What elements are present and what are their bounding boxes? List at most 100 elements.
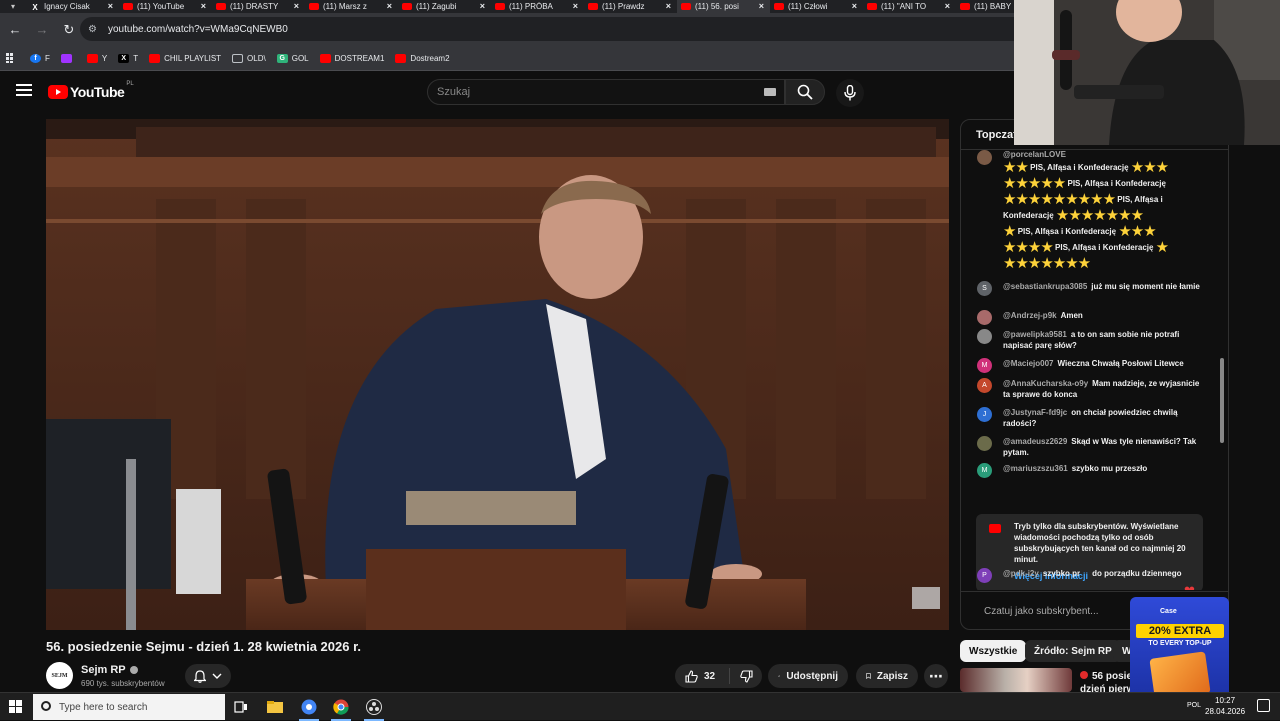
share-button[interactable]: Udostępnij [768, 664, 848, 688]
close-tab-icon[interactable]: × [108, 0, 113, 13]
chat-message: @pawelipka9581 a to on sam sobie nie potr… [977, 329, 1207, 351]
facebook-icon: f [30, 53, 41, 63]
close-tab-icon[interactable]: × [387, 0, 392, 13]
menu-icon[interactable] [16, 84, 32, 98]
search-button[interactable] [785, 79, 825, 105]
filter-chip-source[interactable]: Źródło: Sejm RP [1025, 640, 1121, 662]
taskbar-search[interactable]: Type here to search [33, 694, 225, 720]
chat-message: M @Maciejo007 Wieczna Chwałą Posłowi Litew… [977, 358, 1207, 373]
browser-tab[interactable]: (11) DRASTY × [212, 0, 305, 13]
browser-tab[interactable]: X Ignacy Cisak × [26, 0, 119, 13]
language-indicator[interactable]: POL [1187, 702, 1201, 709]
channel-name[interactable]: Sejm RP [81, 664, 138, 676]
close-tab-icon[interactable]: × [480, 0, 485, 13]
keyboard-icon[interactable] [764, 88, 776, 96]
close-tab-icon[interactable]: × [759, 0, 764, 13]
chat-author[interactable]: @Maciejo007 [1003, 359, 1054, 368]
recommended-video-thumbnail[interactable] [960, 668, 1072, 692]
search-placeholder: Szukaj [437, 86, 471, 98]
clock-date: 28.04.2026 [1205, 707, 1246, 716]
avatar[interactable]: M [977, 358, 992, 373]
bell-icon [194, 669, 206, 683]
youtube-logo[interactable]: YouTube PL [48, 81, 134, 100]
task-view-icon[interactable] [229, 696, 253, 718]
x-favicon-icon: X [32, 3, 38, 12]
filter-chip-all[interactable]: Wszystkie [960, 640, 1027, 662]
avatar[interactable] [977, 329, 992, 344]
browser-tab[interactable]: (11) PRÓBA × [491, 0, 584, 13]
close-tab-icon[interactable]: × [201, 0, 206, 13]
bookmark-item[interactable]: fF [30, 53, 50, 63]
browser-tab[interactable]: (11) "ANI TO × [863, 0, 956, 13]
chat-text: PIS, Alfąsa i Konfederację [1067, 179, 1166, 188]
chat-author[interactable]: @mariuszszu361 [1003, 464, 1068, 473]
back-icon[interactable]: ← [3, 18, 27, 42]
bookmark-item[interactable] [60, 53, 76, 63]
bookmark-item[interactable]: Dostream2 [395, 53, 450, 63]
youtube-favicon-icon [402, 3, 412, 10]
bookmark-item[interactable]: XT [118, 53, 138, 63]
search-input[interactable]: Szukaj [427, 79, 785, 105]
close-tab-icon[interactable]: × [852, 0, 857, 13]
forward-icon[interactable]: → [30, 18, 54, 42]
reload-icon[interactable]: ↻ [57, 18, 81, 42]
like-button[interactable]: 32 [675, 668, 730, 684]
scrollbar-thumb[interactable] [1220, 358, 1224, 443]
browser-tab[interactable]: (11) Prawdz × [584, 0, 677, 13]
browser-tab[interactable]: (11) Marsz z × [305, 0, 398, 13]
chat-star-message: ★★ PIS, Alfąsa i Konfederację ★★★ ★★★★★ … [1003, 160, 1203, 272]
bookmark-item[interactable]: OLD\ [232, 53, 266, 63]
channel-avatar[interactable]: SEJM [46, 662, 73, 689]
notification-center-icon[interactable] [1257, 699, 1270, 712]
file-explorer-icon[interactable] [263, 696, 287, 718]
chat-author[interactable]: @amadeusz2629 [1003, 437, 1067, 446]
bookmark-item[interactable]: DOSTREAM1 [319, 53, 384, 63]
address-bar[interactable]: ⚙ youtube.com/watch?v=WMa9CqNEWB0 [80, 17, 1030, 41]
browser-tab[interactable]: (11) Człowi × [770, 0, 863, 13]
star-emoji-icon: ★★ [1003, 159, 1029, 176]
tab-search-icon[interactable]: ▾ [0, 0, 26, 13]
avatar[interactable]: M [977, 463, 992, 478]
chat-author[interactable]: @sebastiankrupa3085 [1003, 282, 1087, 291]
bookmark-label: F [45, 53, 50, 63]
chrome-profile-icon[interactable] [297, 696, 321, 721]
dislike-button[interactable] [730, 669, 762, 683]
apps-icon[interactable] [6, 53, 16, 63]
more-actions-button[interactable]: ⋯ [924, 664, 948, 688]
close-tab-icon[interactable]: × [666, 0, 671, 13]
url-text: youtube.com/watch?v=WMa9CqNEWB0 [108, 23, 288, 35]
save-button[interactable]: Zapisz [856, 664, 918, 688]
ad-brand: Case [1160, 608, 1177, 615]
bookmark-item[interactable]: CHIL PLAYLIST [149, 53, 222, 63]
video-player[interactable] [46, 119, 949, 630]
chrome-icon[interactable] [329, 696, 353, 721]
chat-author[interactable]: @JustynaF-fd9jc [1003, 408, 1067, 417]
gol-icon: G [276, 53, 288, 63]
site-info-icon[interactable]: ⚙ [88, 24, 100, 35]
close-tab-icon[interactable]: × [573, 0, 578, 13]
search-icon [797, 84, 813, 100]
avatar[interactable]: J [977, 407, 992, 422]
chat-author[interactable]: @pawelipka9581 [1003, 330, 1067, 339]
avatar[interactable]: S [977, 281, 992, 296]
bookmark-item[interactable]: G GOL [276, 53, 309, 63]
avatar[interactable]: A [977, 378, 992, 393]
bookmark-item[interactable]: Y [86, 53, 107, 63]
clock[interactable]: 10:27 28.04.2026 [1205, 695, 1245, 717]
close-tab-icon[interactable]: × [945, 0, 950, 13]
browser-tab[interactable]: (11) Zagubi × [398, 0, 491, 13]
avatar[interactable] [977, 436, 992, 451]
obs-icon[interactable] [362, 696, 386, 721]
windows-start-icon[interactable] [9, 700, 23, 714]
avatar[interactable] [977, 310, 992, 325]
chat-message: A @AnnaKucharska-o9y Mam nadzieje, ze wyja… [977, 378, 1207, 400]
chat-scrollbar[interactable] [1220, 158, 1224, 583]
notifications-button[interactable] [185, 664, 231, 688]
chat-author[interactable]: @Andrzej-p9k [1003, 311, 1057, 320]
voice-search-button[interactable] [836, 79, 864, 107]
close-tab-icon[interactable]: × [294, 0, 299, 13]
browser-tab[interactable]: (11) YouTube × [119, 0, 212, 13]
bookmark-label: CHIL PLAYLIST [164, 53, 222, 63]
browser-tab[interactable]: (11) 56. posi × [677, 0, 770, 13]
chat-author[interactable]: @AnnaKucharska-o9y [1003, 379, 1088, 388]
